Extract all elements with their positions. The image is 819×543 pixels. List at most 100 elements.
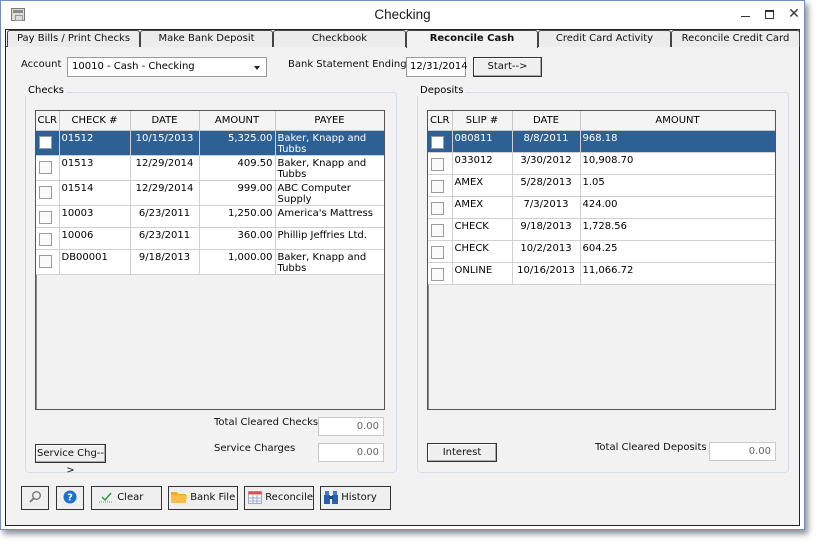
chevron-down-icon xyxy=(254,66,260,70)
date-cell: 9/18/2013 xyxy=(130,249,200,275)
maximize-button[interactable] xyxy=(756,4,782,24)
checkmark-icon xyxy=(99,492,113,503)
check-no-cell: 01512 xyxy=(59,130,131,156)
total-cleared-deposits-field: 0.00 xyxy=(709,442,776,461)
col-payee[interactable]: PAYEE xyxy=(275,111,384,131)
slip-no-cell: CHECK xyxy=(452,240,513,263)
service-charge-button[interactable]: Service Chg--> xyxy=(35,444,106,476)
date-cell: 3/30/2012 xyxy=(512,152,581,175)
check-row[interactable]: 01513 12/29/2014 409.50 Baker, Knapp and Tu… xyxy=(36,155,384,181)
clear-checkbox[interactable] xyxy=(39,185,52,199)
tab-checkbook[interactable]: Checkbook xyxy=(273,30,406,47)
service-charges-label: Service Charges xyxy=(214,443,296,454)
clear-checkbox[interactable] xyxy=(39,254,52,268)
col-slip-no[interactable]: SLIP # xyxy=(452,111,513,131)
deposits-group-title: Deposits xyxy=(417,85,467,96)
interest-button[interactable]: Interest xyxy=(427,443,497,462)
date-cell: 6/23/2011 xyxy=(130,227,200,250)
maximize-icon xyxy=(764,9,774,19)
tab-pay-bills[interactable]: Pay Bills / Print Checks xyxy=(7,30,140,47)
slip-no-cell: 033012 xyxy=(452,152,513,175)
col-date[interactable]: DATE xyxy=(512,111,581,131)
slip-no-cell: CHECK xyxy=(452,218,513,241)
help-button[interactable]: ? xyxy=(56,486,84,510)
clear-button[interactable]: Clear xyxy=(91,486,162,510)
tab-credit-card-activity[interactable]: Credit Card Activity xyxy=(538,30,671,47)
clear-checkbox[interactable] xyxy=(431,267,444,281)
title-bar: Checking ✕ xyxy=(1,1,804,29)
bank-file-label: Bank File xyxy=(190,492,236,503)
check-row[interactable]: 01512 10/15/2013 5,325.00 Baker, Knapp and … xyxy=(36,130,384,156)
deposit-row[interactable]: CHECK 10/2/2013 604.25 xyxy=(428,240,775,263)
check-row[interactable]: 10003 6/23/2011 1,250.00 America's Mattress xyxy=(36,205,384,228)
amount-cell: 1,728.56 xyxy=(580,218,775,241)
clr-cell xyxy=(428,218,453,241)
deposit-row[interactable]: AMEX 7/3/2013 424.00 xyxy=(428,196,775,219)
date-cell: 10/16/2013 xyxy=(512,262,581,285)
bank-file-button[interactable]: Bank File xyxy=(168,486,238,510)
deposits-grid[interactable]: CLR SLIP # DATE AMOUNT 080811 8/8/2011 968… xyxy=(427,110,776,410)
col-date[interactable]: DATE xyxy=(130,111,200,131)
history-button[interactable]: History xyxy=(320,486,391,510)
clr-cell xyxy=(36,227,60,250)
check-row[interactable]: 01514 12/29/2014 999.00 ABC Computer Supply xyxy=(36,180,384,206)
amount-cell: 1.05 xyxy=(580,174,775,197)
deposit-row[interactable]: ONLINE 10/16/2013 11,066.72 xyxy=(428,262,775,285)
checks-table: CLR CHECK # DATE AMOUNT PAYEE 01512 10/15… xyxy=(36,111,384,275)
svg-text:?: ? xyxy=(67,493,73,504)
deposit-row[interactable]: 080811 8/8/2011 968.18 xyxy=(428,130,775,153)
amount-cell: 424.00 xyxy=(580,196,775,219)
checks-header-row: CLR CHECK # DATE AMOUNT PAYEE xyxy=(36,111,384,131)
history-label: History xyxy=(341,492,377,503)
amount-cell: 1,250.00 xyxy=(199,205,276,228)
close-button[interactable]: ✕ xyxy=(781,4,807,24)
tab-reconcile-cash[interactable]: Reconcile Cash xyxy=(406,30,538,48)
col-clr[interactable]: CLR xyxy=(428,111,453,131)
tab-reconcile-credit-card[interactable]: Reconcile Credit Card xyxy=(671,30,800,47)
check-row[interactable]: 10006 6/23/2011 360.00 Phillip Jeffries Ltd… xyxy=(36,227,384,250)
amount-cell: 11,066.72 xyxy=(580,262,775,285)
clr-cell xyxy=(428,262,453,285)
date-cell: 12/29/2014 xyxy=(130,180,200,206)
col-amount[interactable]: AMOUNT xyxy=(580,111,775,131)
calendar-icon xyxy=(248,490,262,504)
payee-cell: Phillip Jeffries Ltd. xyxy=(275,227,384,250)
statement-date-field[interactable]: 12/31/2014 xyxy=(406,57,468,77)
clear-checkbox[interactable] xyxy=(431,157,444,171)
check-no-cell: 10006 xyxy=(59,227,131,250)
search-button[interactable] xyxy=(21,486,49,510)
start-button[interactable]: Start--> xyxy=(473,57,542,77)
clear-checkbox[interactable] xyxy=(39,232,52,246)
deposit-row[interactable]: CHECK 9/18/2013 1,728.56 xyxy=(428,218,775,241)
clear-checkbox[interactable] xyxy=(431,245,444,259)
deposit-row[interactable]: 033012 3/30/2012 10,908.70 xyxy=(428,152,775,175)
help-icon: ? xyxy=(63,490,77,504)
check-no-cell: DB00001 xyxy=(59,249,131,275)
clear-checkbox[interactable] xyxy=(39,135,52,149)
clear-checkbox[interactable] xyxy=(39,160,52,174)
clear-checkbox[interactable] xyxy=(431,201,444,215)
col-check-no[interactable]: CHECK # xyxy=(59,111,131,131)
col-amount[interactable]: AMOUNT xyxy=(199,111,276,131)
clear-checkbox[interactable] xyxy=(39,210,52,224)
payee-cell: Baker, Knapp and Tubbs xyxy=(275,249,384,275)
account-select[interactable]: 10010 - Cash - Checking xyxy=(67,57,267,77)
minimize-button[interactable] xyxy=(732,4,758,24)
col-clr[interactable]: CLR xyxy=(36,111,60,131)
check-no-cell: 01514 xyxy=(59,180,131,206)
deposit-row[interactable]: AMEX 5/28/2013 1.05 xyxy=(428,174,775,197)
amount-cell: 409.50 xyxy=(199,155,276,181)
tab-make-bank-deposit[interactable]: Make Bank Deposit xyxy=(140,30,273,47)
clear-checkbox[interactable] xyxy=(431,179,444,193)
clr-cell xyxy=(36,155,60,181)
slip-no-cell: 080811 xyxy=(452,130,513,153)
clear-checkbox[interactable] xyxy=(431,135,444,149)
clr-cell xyxy=(36,249,60,275)
total-cleared-checks-field: 0.00 xyxy=(318,417,384,436)
check-row[interactable]: DB00001 9/18/2013 1,000.00 Baker, Knapp and… xyxy=(36,249,384,275)
date-cell: 5/28/2013 xyxy=(512,174,581,197)
clear-checkbox[interactable] xyxy=(431,223,444,237)
reconcile-button[interactable]: Reconcile xyxy=(244,486,314,510)
account-label: Account xyxy=(21,59,62,70)
checks-grid[interactable]: CLR CHECK # DATE AMOUNT PAYEE 01512 10/15… xyxy=(35,110,385,410)
